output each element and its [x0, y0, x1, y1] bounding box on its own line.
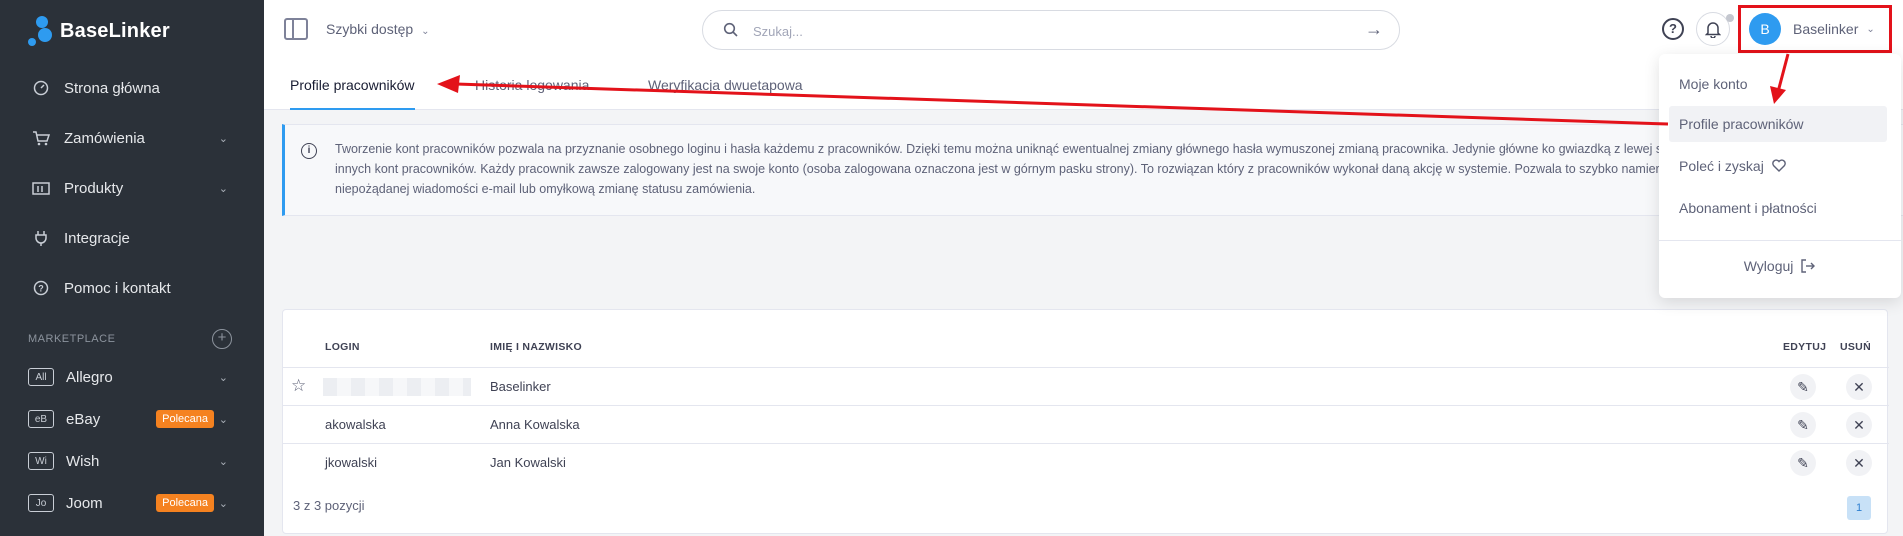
marketplace-badge: Wi [28, 452, 54, 470]
user-dropdown-menu: Moje konto Profile pracowników Poleć i z… [1659, 54, 1901, 298]
logout-icon [1801, 259, 1816, 273]
user-menu-button[interactable]: B Baselinker ⌄ [1738, 5, 1892, 53]
page-button[interactable]: 1 [1847, 496, 1871, 520]
add-marketplace-icon[interactable]: + [212, 329, 232, 349]
dashboard-icon [32, 79, 50, 97]
search-icon [723, 22, 738, 37]
menu-item-label: Poleć i zyskaj [1679, 158, 1764, 174]
tab-two-factor[interactable]: Weryfikacja dwuetapowa [648, 60, 803, 110]
products-icon [32, 179, 50, 197]
table-row: jkowalski Jan Kowalski ✎ ✕ [283, 443, 1889, 481]
delete-icon[interactable]: ✕ [1846, 412, 1872, 438]
marketplace-label: Joom [66, 494, 103, 512]
user-name: Baselinker [1793, 21, 1859, 37]
chevron-down-icon: ⌄ [218, 132, 228, 145]
sidebar-item-label: Pomoc i kontakt [64, 279, 171, 297]
marketplace-label: Wish [66, 452, 100, 470]
pagination-summary: 3 z 3 pozycji [293, 498, 365, 513]
name-cell: Baselinker [490, 379, 551, 394]
marketplace-section-title: MARKETPLACE [28, 333, 116, 345]
login-cell: akowalska [325, 417, 386, 432]
delete-icon[interactable]: ✕ [1846, 450, 1872, 476]
employees-table: LOGIN IMIĘ I NAZWISKO EDYTUJ USUŃ ☆ Base… [282, 309, 1889, 534]
chevron-down-icon: ⌄ [218, 182, 228, 195]
chevron-down-icon: ⌄ [218, 497, 228, 510]
recommended-badge: Polecana [156, 494, 214, 512]
svg-text:?: ? [38, 284, 44, 294]
sidebar: BaseLinker Strona główna Zamówienia ⌄ Pr… [0, 0, 264, 536]
menu-item-referral[interactable]: Poleć i zyskaj [1669, 148, 1887, 184]
marketplace-item-wish[interactable]: Wi Wish ⌄ [0, 441, 264, 481]
chevron-down-icon: ⌄ [218, 371, 228, 384]
sidebar-item-help[interactable]: ? Pomoc i kontakt [0, 268, 264, 308]
menu-item-employee-profiles[interactable]: Profile pracowników [1669, 106, 1887, 142]
menu-item-subscription[interactable]: Abonament i płatności [1669, 190, 1887, 226]
sidebar-item-integrations[interactable]: Integracje [0, 218, 264, 258]
marketplace-badge: All [28, 368, 54, 386]
arrow-right-icon[interactable]: → [1365, 19, 1383, 40]
search-input[interactable] [753, 20, 1313, 42]
sidebar-item-orders[interactable]: Zamówienia ⌄ [0, 118, 264, 158]
sidebar-item-products[interactable]: Produkty ⌄ [0, 168, 264, 208]
marketplace-badge: Jo [28, 494, 54, 512]
edit-icon[interactable]: ✎ [1790, 374, 1816, 400]
help-icon[interactable]: ? [1662, 18, 1684, 40]
redacted-login [323, 378, 471, 396]
sidebar-item-home[interactable]: Strona główna [0, 68, 264, 108]
edit-icon[interactable]: ✎ [1790, 412, 1816, 438]
plug-icon [32, 229, 50, 247]
delete-icon[interactable]: ✕ [1846, 374, 1872, 400]
column-header-login: LOGIN [325, 341, 360, 353]
tab-login-history[interactable]: Historia logowania [475, 60, 589, 110]
baselinker-logo[interactable]: BaseLinker [28, 16, 170, 46]
sidebar-item-label: Produkty [64, 179, 124, 197]
toggle-sidebar-icon[interactable] [284, 18, 308, 40]
marketplace-label: Allegro [66, 368, 113, 386]
name-cell: Jan Kowalski [490, 455, 566, 470]
avatar: B [1749, 13, 1781, 45]
chevron-down-icon: ⌄ [421, 26, 430, 37]
sidebar-item-label: Zamówienia [64, 129, 145, 147]
marketplace-item-ebay[interactable]: eB eBay Polecana ⌄ [0, 399, 264, 439]
sidebar-item-label: Strona główna [64, 79, 160, 97]
marketplace-item-joom[interactable]: Jo Joom Polecana ⌄ [0, 483, 264, 523]
quick-access-menu[interactable]: Szybki dostęp ⌄ [326, 21, 430, 37]
notifications-button[interactable] [1696, 12, 1730, 46]
table-row: akowalska Anna Kowalska ✎ ✕ [283, 405, 1889, 443]
sidebar-item-label: Integracje [64, 229, 130, 247]
heart-icon [1771, 159, 1786, 172]
search-bar: → [702, 10, 1400, 50]
login-cell: jkowalski [325, 455, 378, 470]
recommended-badge: Polecana [156, 410, 214, 428]
quick-access-label: Szybki dostęp [326, 21, 414, 37]
edit-icon[interactable]: ✎ [1790, 450, 1816, 476]
info-icon: i [301, 143, 317, 159]
marketplace-item-allegro[interactable]: All Allegro ⌄ [0, 357, 264, 397]
logo-text: BaseLinker [60, 19, 170, 42]
menu-item-my-account[interactable]: Moje konto [1669, 66, 1887, 102]
top-header: Szybki dostęp ⌄ → ? B Baselinker ⌄ [264, 0, 1903, 60]
table-row: ☆ Baselinker ✎ ✕ [283, 367, 1889, 405]
marketplace-badge: eB [28, 410, 54, 428]
tab-bar: Profile pracowników Historia logowania W… [264, 60, 1903, 110]
logo-icon [28, 16, 54, 46]
notification-dot [1726, 14, 1734, 22]
chevron-down-icon: ⌄ [218, 455, 228, 468]
tab-employee-profiles[interactable]: Profile pracowników [290, 60, 415, 110]
name-cell: Anna Kowalska [490, 417, 580, 432]
marketplace-label: eBay [66, 410, 101, 428]
logout-button[interactable]: Wyloguj [1659, 258, 1901, 274]
logout-label: Wyloguj [1743, 258, 1794, 274]
help-icon: ? [32, 279, 50, 297]
chevron-down-icon: ⌄ [1866, 23, 1875, 35]
column-header-delete: USUŃ [1840, 341, 1871, 353]
menu-divider [1659, 240, 1901, 241]
column-header-name: IMIĘ I NAZWISKO [490, 341, 582, 353]
chevron-down-icon: ⌄ [218, 413, 228, 426]
bell-icon [1705, 22, 1721, 38]
cart-icon [32, 129, 50, 147]
star-icon: ☆ [291, 376, 307, 395]
column-header-edit: EDYTUJ [1783, 341, 1827, 353]
